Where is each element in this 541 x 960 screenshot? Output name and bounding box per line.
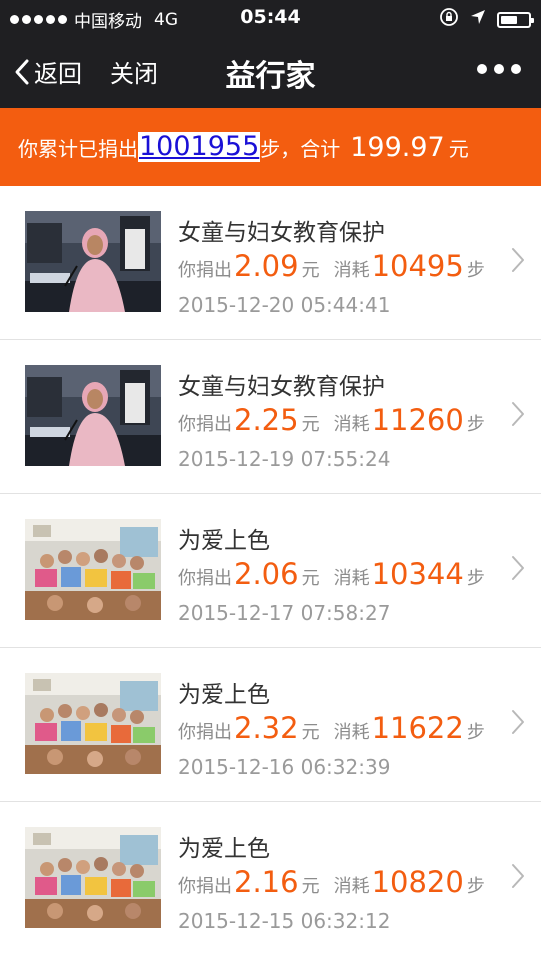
chevron-right-icon (512, 710, 524, 734)
donation-row[interactable]: 女童与妇女教育保护 你捐出 2.25 元 消耗 11260 步 2015-12-… (0, 340, 541, 494)
project-title: 为爱上色 (178, 528, 270, 554)
orientation-lock-icon (439, 7, 459, 32)
consumed-steps: 10495 (371, 249, 464, 283)
chevron-right-icon (512, 864, 524, 888)
steps-unit: 步 (466, 876, 485, 897)
chevron-left-icon (15, 59, 29, 84)
donated-label: 你捐出 (178, 568, 232, 589)
steps-unit: 步 (466, 568, 485, 589)
steps-unit: 步 (466, 722, 485, 743)
consumed-steps: 11622 (371, 711, 464, 745)
yuan-unit: 元 (301, 260, 320, 281)
donated-label: 你捐出 (178, 260, 232, 281)
donated-amount: 2.25 (234, 403, 299, 437)
donated-amount: 2.32 (234, 711, 299, 745)
consumed-label: 消耗 (333, 722, 370, 743)
consumed-label: 消耗 (333, 568, 370, 589)
donation-details: 你捐出 2.06 元 消耗 10344 步 (178, 557, 485, 591)
yuan-unit: 元 (301, 414, 320, 435)
donated-amount: 2.09 (234, 249, 299, 283)
donation-date: 2015-12-20 05:44:41 (178, 293, 391, 317)
chevron-right-icon (512, 248, 524, 272)
donation-date: 2015-12-15 06:32:12 (178, 909, 391, 933)
more-dots-icon[interactable] (477, 64, 521, 74)
steps-unit: 步 (466, 414, 485, 435)
chevron-right-icon (512, 556, 524, 580)
yuan-unit: 元 (301, 568, 320, 589)
donation-date: 2015-12-16 06:32:39 (178, 755, 391, 779)
summary-middle: 步，合计 (260, 136, 341, 161)
donation-row[interactable]: 为爱上色 你捐出 2.32 元 消耗 11622 步 2015-12-16 06… (0, 648, 541, 802)
donation-summary-banner: 你累计已捐出 1001955 步，合计 199.97 元 (0, 108, 541, 186)
donation-row[interactable]: 为爱上色 你捐出 2.06 元 消耗 10344 步 2015-12-17 07… (0, 494, 541, 648)
close-button[interactable]: 关闭 (110, 54, 158, 89)
donated-label: 你捐出 (178, 722, 232, 743)
classroom-children-photo (25, 673, 161, 774)
classroom-children-photo (25, 519, 161, 620)
back-button[interactable]: 返回 (14, 54, 82, 89)
project-title: 为爱上色 (178, 682, 270, 708)
consumed-label: 消耗 (333, 260, 370, 281)
donated-label: 你捐出 (178, 414, 232, 435)
classroom-children-photo (25, 827, 161, 928)
location-icon (469, 8, 487, 31)
donated-amount: 2.06 (234, 557, 299, 591)
battery-icon (497, 11, 534, 28)
back-label: 返回 (34, 60, 82, 88)
project-title: 女童与妇女教育保护 (178, 374, 385, 400)
status-bar: 中国移动 4G 05:44 (0, 0, 541, 36)
donation-details: 你捐出 2.32 元 消耗 11622 步 (178, 711, 485, 745)
yuan-unit: 元 (301, 722, 320, 743)
donation-date: 2015-12-19 07:55:24 (178, 447, 391, 471)
speaker-at-un-photo (25, 365, 161, 466)
donation-row[interactable]: 为爱上色 你捐出 2.16 元 消耗 10820 步 2015-12-15 06… (0, 802, 541, 956)
speaker-at-un-photo (25, 211, 161, 312)
project-title: 为爱上色 (178, 836, 270, 862)
summary-unit: 元 (448, 136, 469, 161)
consumed-label: 消耗 (333, 414, 370, 435)
steps-unit: 步 (466, 260, 485, 281)
consumed-steps: 10344 (371, 557, 464, 591)
total-amount: 199.97 (350, 131, 445, 163)
donation-details: 你捐出 2.25 元 消耗 11260 步 (178, 403, 485, 437)
project-title: 女童与妇女教育保护 (178, 220, 385, 246)
donation-details: 你捐出 2.09 元 消耗 10495 步 (178, 249, 485, 283)
donated-amount: 2.16 (234, 865, 299, 899)
yuan-unit: 元 (301, 876, 320, 897)
consumed-label: 消耗 (333, 876, 370, 897)
nav-bar: 返回 关闭 益行家 (0, 36, 541, 108)
donation-details: 你捐出 2.16 元 消耗 10820 步 (178, 865, 485, 899)
donation-row[interactable]: 女童与妇女教育保护 你捐出 2.09 元 消耗 10495 步 2015-12-… (0, 186, 541, 340)
donated-label: 你捐出 (178, 876, 232, 897)
donation-date: 2015-12-17 07:58:27 (178, 601, 391, 625)
consumed-steps: 10820 (371, 865, 464, 899)
consumed-steps: 11260 (371, 403, 464, 437)
total-steps-link[interactable]: 1001955 (138, 132, 261, 162)
summary-prefix: 你累计已捐出 (18, 136, 138, 161)
chevron-right-icon (512, 402, 524, 426)
donation-list: 女童与妇女教育保护 你捐出 2.09 元 消耗 10495 步 2015-12-… (0, 186, 541, 956)
